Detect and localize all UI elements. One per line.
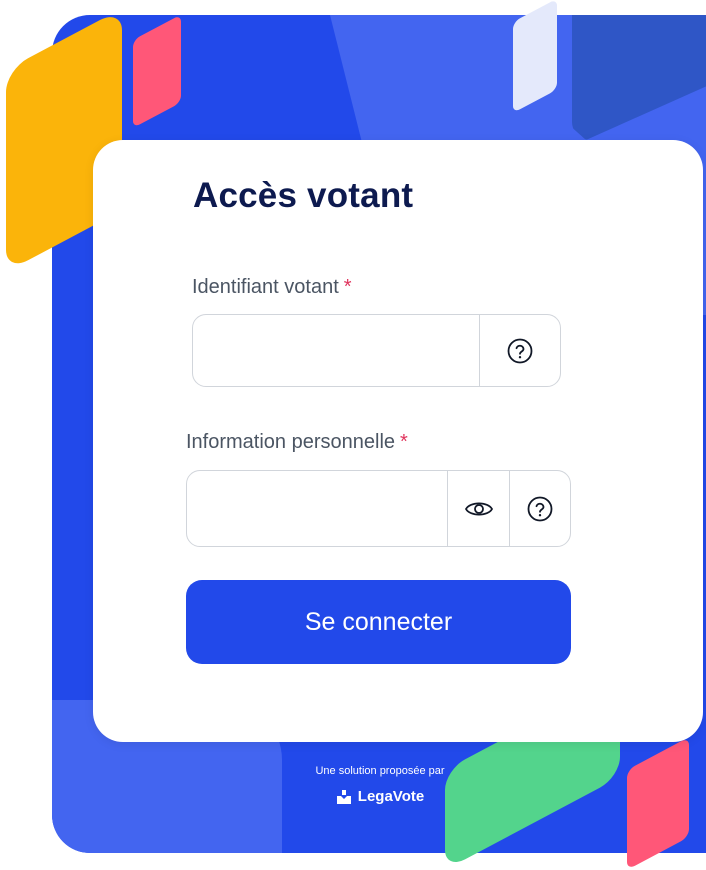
question-circle-icon <box>507 338 533 363</box>
page-title: Accès votant <box>193 176 414 215</box>
personal-info-input[interactable] <box>187 471 447 546</box>
legavote-logo-icon <box>336 789 351 804</box>
required-marker: * <box>400 431 408 453</box>
question-circle-icon <box>527 496 553 521</box>
toggle-visibility-button[interactable] <box>447 471 509 546</box>
brand-name: LegaVote <box>357 788 425 805</box>
voter-id-field-group <box>192 314 561 387</box>
personal-info-label-text: Information personnelle <box>186 431 396 453</box>
voter-id-help-button[interactable] <box>479 315 560 386</box>
voter-id-label-text: Identifiant votant <box>192 276 339 298</box>
footer-tagline: Une solution proposée par <box>315 765 445 777</box>
voter-id-input[interactable] <box>193 315 479 386</box>
personal-info-field-group <box>186 470 571 547</box>
personal-info-label: Information personnelle * <box>186 431 408 454</box>
eye-icon <box>464 501 493 516</box>
personal-info-help-button[interactable] <box>509 471 570 546</box>
login-submit-button[interactable]: Se connecter <box>186 580 571 664</box>
required-marker: * <box>343 276 352 298</box>
brand-logo[interactable]: LegaVote <box>300 788 460 805</box>
voter-id-label: Identifiant votant * <box>192 276 352 299</box>
